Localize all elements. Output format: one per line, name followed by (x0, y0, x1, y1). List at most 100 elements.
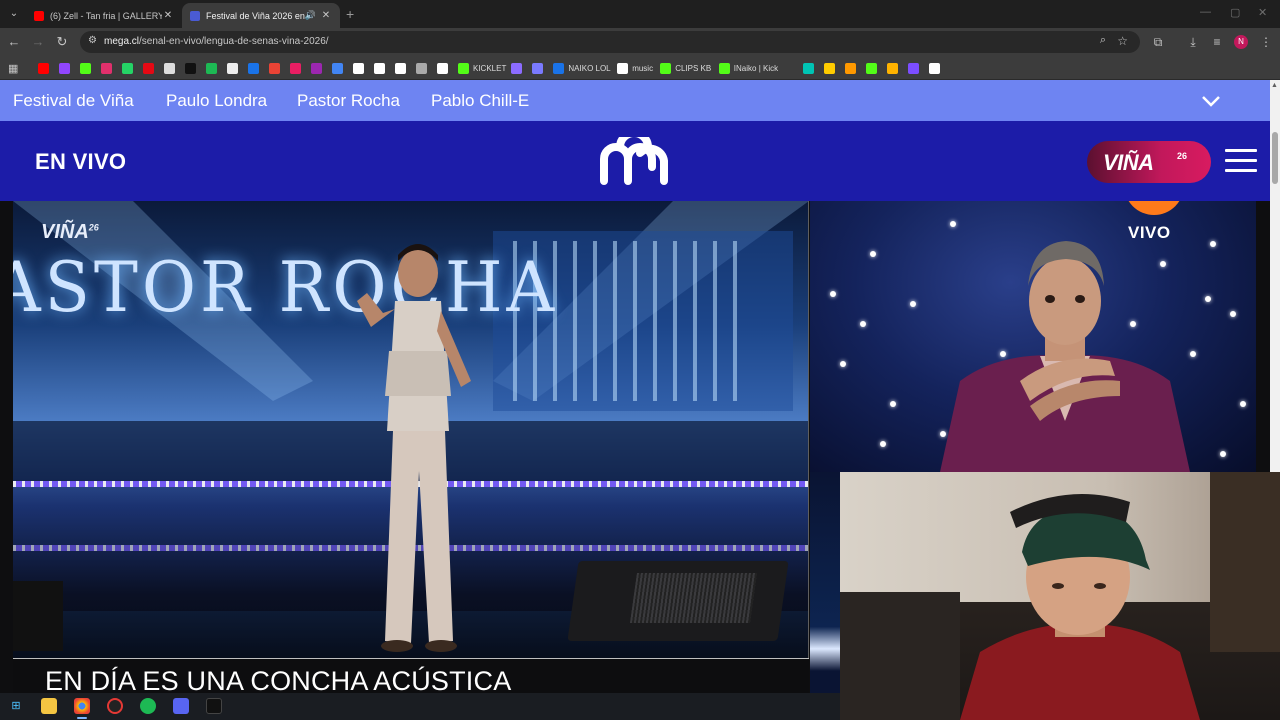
scroll-up-icon[interactable]: ▲ (1271, 82, 1278, 89)
bookmark-item[interactable] (908, 61, 920, 75)
back-icon[interactable]: ← (6, 34, 22, 50)
tab-search-icon[interactable]: ⌄ (6, 6, 22, 22)
bookmark-item[interactable] (824, 61, 836, 75)
nav-link-festival[interactable]: Festival de Viña (13, 91, 134, 111)
bookmark-item[interactable] (101, 61, 112, 75)
bookmark-label: KICKLET (473, 63, 507, 73)
new-tab-button[interactable]: + (346, 6, 354, 22)
background-light-dot (1230, 311, 1236, 317)
bookmark-favicon-icon (416, 62, 427, 74)
bookmark-item[interactable] (532, 61, 544, 75)
background-light-dot (1220, 451, 1226, 457)
main-video-player[interactable]: VIÑA26 ASTOR ROCHA (13, 201, 809, 693)
spotify-icon[interactable] (140, 698, 156, 714)
extensions-icon[interactable]: ⧉ (1150, 34, 1166, 50)
bookmark-item[interactable] (227, 61, 238, 75)
more-menu-icon[interactable]: ⋮ (1258, 34, 1274, 50)
topic-nav: Festival de Viña Paulo Londra Pastor Roc… (0, 80, 1270, 121)
chevron-down-icon[interactable] (1200, 90, 1222, 112)
obs-icon[interactable] (107, 698, 123, 714)
bookmark-item[interactable] (185, 61, 196, 75)
bookmark-item[interactable] (122, 61, 133, 75)
scrollbar-thumb[interactable] (1272, 132, 1278, 184)
bookmark-favicon-icon (311, 62, 322, 74)
mega-logo-icon[interactable] (600, 137, 668, 185)
bookmark-item[interactable] (311, 61, 322, 75)
live-label: EN VIVO (35, 149, 127, 174)
bookmark-item[interactable] (38, 61, 49, 75)
bookmark-item[interactable] (395, 61, 406, 75)
nav-link-pastor-rocha[interactable]: Pastor Rocha (297, 91, 400, 111)
bookmark-item[interactable] (866, 61, 878, 75)
bookmark-item[interactable]: KICKLET (458, 61, 506, 75)
sign-language-panel[interactable]: VIVO (810, 201, 1256, 472)
bookmark-item[interactable]: music (617, 61, 653, 75)
comedian-figure (357, 244, 471, 652)
bookmark-item[interactable] (206, 61, 217, 75)
vina-2026-badge[interactable]: VIÑA 26 (1087, 141, 1211, 183)
bookmark-favicon-icon (532, 62, 544, 74)
discord-icon[interactable] (173, 698, 189, 714)
bookmark-item[interactable] (887, 61, 899, 75)
media-controls-icon[interactable]: ≡ (1209, 34, 1225, 50)
apps-grid-icon[interactable]: ▦ (8, 61, 18, 75)
maximize-icon[interactable]: ▢ (1230, 6, 1240, 19)
background-light-dot (860, 321, 866, 327)
bookmark-item[interactable] (374, 61, 385, 75)
tab-close-icon[interactable]: ✕ (320, 10, 332, 21)
bookmark-item[interactable] (437, 61, 448, 75)
minimize-icon[interactable]: — (1200, 6, 1211, 18)
tab-youtube[interactable]: (6) Zell - Tan fria | GALLERY SES ✕ (26, 3, 182, 28)
bookmark-item[interactable]: INaiko | Kick (718, 61, 779, 75)
windows-start-icon[interactable]: ⊞ (8, 698, 24, 714)
site-info-icon[interactable]: ⚙ (88, 35, 97, 46)
audio-playing-icon[interactable]: 🔊 (305, 10, 316, 21)
bookmark-label: music (632, 63, 654, 73)
bookmark-label: INaiko | Kick (733, 63, 779, 73)
background-light-dot (830, 291, 836, 297)
bookmark-item[interactable] (290, 61, 301, 75)
tab-festival[interactable]: Festival de Viña 2026 en vivo 🔊 ✕ (182, 3, 340, 28)
bookmark-item[interactable]: CLIPS KB (660, 61, 711, 75)
bookmark-item[interactable] (143, 61, 154, 75)
live-indicator-shape (1124, 201, 1184, 215)
bookmark-star-icon[interactable]: ☆ (1117, 34, 1128, 48)
chrome-icon[interactable] (74, 698, 90, 719)
stage-wordmark-year: 26 (88, 222, 99, 233)
bookmark-favicon-icon (458, 62, 469, 74)
profile-avatar[interactable]: N (1234, 35, 1248, 49)
bookmark-item[interactable] (80, 61, 91, 75)
bookmark-favicon-icon (866, 62, 878, 74)
bookmark-item[interactable] (269, 61, 280, 75)
forward-icon[interactable]: → (30, 34, 46, 50)
tab-title: (6) Zell - Tan fria | GALLERY SES (50, 10, 162, 21)
file-explorer-icon[interactable] (41, 698, 57, 714)
downloads-icon[interactable]: ⤓ (1185, 34, 1201, 50)
bookmark-item[interactable] (416, 61, 427, 75)
url-text[interactable]: mega.cl/senal-en-vivo/lengua-de-senas-vi… (104, 36, 329, 47)
bookmark-favicon-icon (718, 62, 730, 74)
bookmark-item[interactable] (353, 61, 364, 75)
hamburger-menu-icon[interactable] (1225, 149, 1257, 173)
bookmark-item[interactable] (845, 61, 857, 75)
bookmark-item[interactable] (59, 61, 70, 75)
bookmark-item[interactable] (164, 61, 175, 75)
stage-wordmark-text: VIÑA (41, 221, 89, 243)
nav-link-pablo-chill-e[interactable]: Pablo Chill-E (431, 91, 529, 111)
reload-icon[interactable]: ↻ (54, 34, 70, 50)
subtitle-text: EN DÍA ES UNA CONCHA ACÚSTICA (45, 666, 512, 693)
bookmark-item[interactable]: NAIKO LOL (553, 61, 611, 75)
bookmark-item[interactable] (332, 61, 343, 75)
nav-link-paulo-londra[interactable]: Paulo Londra (166, 91, 267, 111)
bookmark-label: NAIKO LOL (568, 63, 611, 73)
bookmark-item[interactable] (248, 61, 259, 75)
address-bar[interactable]: ⚙ mega.cl/senal-en-vivo/lengua-de-senas-… (80, 31, 1140, 53)
zoom-icon[interactable]: ⌕ (1100, 34, 1106, 47)
background-light-dot (880, 441, 886, 447)
bookmark-item[interactable] (803, 61, 815, 75)
bookmark-item[interactable] (929, 61, 941, 75)
close-window-icon[interactable]: ✕ (1258, 6, 1267, 19)
tab-close-icon[interactable]: ✕ (162, 10, 174, 21)
bookmark-item[interactable] (511, 61, 523, 75)
app-icon[interactable] (206, 698, 222, 714)
